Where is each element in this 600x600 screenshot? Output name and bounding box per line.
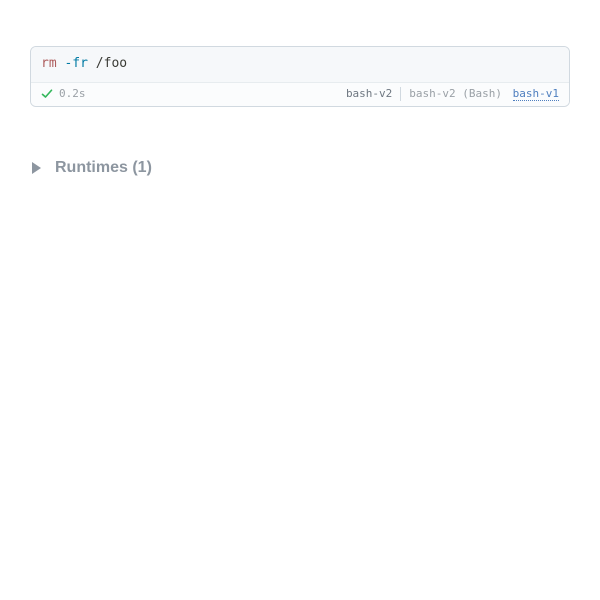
elapsed-time: 0.2s <box>59 87 86 100</box>
code-argument-token: /foo <box>96 56 127 71</box>
code-flag-token: -fr <box>64 56 87 71</box>
runtimes-label: Runtimes (1) <box>55 159 152 177</box>
runtime-detail: bash-v2 (Bash) bash-v1 <box>401 87 559 100</box>
runtime-link[interactable]: bash-v1 <box>513 87 559 101</box>
runtimes-toggle[interactable]: Runtimes (1) <box>30 159 570 177</box>
disclosure-triangle-icon <box>32 162 41 174</box>
runtime-name: bash-v2 <box>338 87 400 100</box>
code-block: rm -fr /foo 0.2s bash-v2 bash-v2 (Bash) … <box>30 46 570 107</box>
code-command-token: rm <box>41 56 57 71</box>
code-line: rm -fr /foo <box>31 47 569 83</box>
success-check-icon <box>41 88 53 100</box>
status-bar: 0.2s bash-v2 bash-v2 (Bash) bash-v1 <box>31 83 569 106</box>
runtime-detail-text: bash-v2 (Bash) <box>409 87 502 100</box>
